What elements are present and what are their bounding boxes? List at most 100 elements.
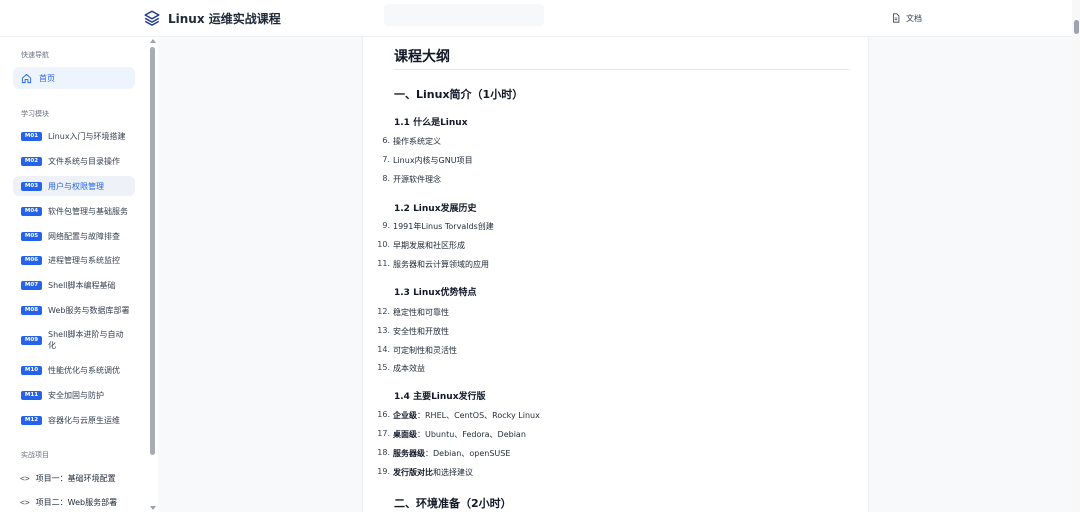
sidebar-item-label: Shell脚本进阶与自动化 <box>48 330 124 350</box>
list-text: 操作系统定义 <box>393 137 441 146</box>
divider <box>394 69 849 70</box>
code-icon: <> <box>20 473 30 483</box>
list-text: ：Ubuntu、Fedora、Debian <box>417 430 526 439</box>
sidebar-item-m09[interactable]: M09 Shell脚本进阶与自动化 <box>13 325 135 355</box>
list-number: 9. <box>382 221 390 230</box>
sidebar-item-m05[interactable]: M05 网络配置与故障排查 <box>13 226 135 246</box>
section-heading: 一、Linux简介（1小时） <box>394 88 524 101</box>
window-scrollbar[interactable] <box>1072 0 1080 512</box>
list-text: 可定制性和灵活性 <box>393 346 457 355</box>
list-item: 10. 早期发展和社区形成 <box>363 240 465 251</box>
list-text: 早期发展和社区形成 <box>393 241 465 250</box>
list-text-bold: 桌面级 <box>393 430 417 439</box>
sidebar-item-label: Linux入门与环境搭建 <box>48 131 126 141</box>
module-badge: M12 <box>21 415 42 425</box>
module-badge: M05 <box>21 231 42 241</box>
sidebar-item-label: 进程管理与系统监控 <box>48 255 120 265</box>
sidebar-item-project-2[interactable]: <> 项目二：Web服务部署 <box>13 492 135 512</box>
subsection-heading: 1.2 Linux发展历史 <box>394 204 477 214</box>
sidebar-item-label: Shell脚本编程基础 <box>48 280 116 290</box>
list-text: 1991年Linus Torvalds创建 <box>393 222 494 231</box>
sidebar-item-label: 文件系统与目录操作 <box>48 156 120 166</box>
module-badge: M09 <box>21 335 42 345</box>
module-badge: M03 <box>21 181 42 191</box>
sidebar-item-m12[interactable]: M12 容器化与云原生运维 <box>13 410 135 430</box>
search-box[interactable] <box>384 4 544 26</box>
scrollbar-thumb[interactable] <box>1074 20 1079 34</box>
app-title: Linux 运维实战课程 <box>168 11 281 26</box>
list-number: 8. <box>382 174 390 183</box>
sidebar-item-m06[interactable]: M06 进程管理与系统监控 <box>13 250 135 270</box>
sidebar-item-label: 软件包管理与基础服务 <box>48 206 128 216</box>
sidebar-item-m04[interactable]: M04 软件包管理与基础服务 <box>13 201 135 221</box>
home-icon <box>21 73 32 83</box>
list-number: 7. <box>382 155 390 164</box>
sidebar-item-project-1[interactable]: <> 项目一：基础环境配置 <box>13 468 135 488</box>
quick-nav-title: 快速导航 <box>21 51 49 59</box>
list-text: ：Debian、openSUSE <box>425 449 511 458</box>
list-item: 12. 稳定性和可靠性 <box>363 307 449 318</box>
module-badge: M07 <box>21 280 42 290</box>
sidebar-item-label: 项目二：Web服务部署 <box>35 497 118 507</box>
sidebar-item-m11[interactable]: M11 安全加固与防护 <box>13 385 135 405</box>
list-item: 13. 安全性和开放性 <box>363 326 449 337</box>
docs-link[interactable]: 文档 <box>891 11 922 25</box>
list-item: 6. 操作系统定义 <box>363 136 441 147</box>
list-text: 和选择建议 <box>433 468 473 477</box>
scroll-down-arrow-icon[interactable] <box>150 506 156 510</box>
subsection-heading: 1.3 Linux优势特点 <box>394 288 477 298</box>
docs-label: 文档 <box>906 13 922 23</box>
page-title: 课程大纲 <box>394 49 450 65</box>
modules-title: 学习模块 <box>21 110 49 118</box>
list-item: 16. 企业级 ：RHEL、CentOS、Rocky Linux <box>363 410 540 421</box>
list-item: 14. 可定制性和灵活性 <box>363 345 457 356</box>
sidebar-item-label: Web服务与数据库部署 <box>48 305 130 315</box>
sidebar-item-m07[interactable]: M07 Shell脚本编程基础 <box>13 275 135 295</box>
module-badge: M04 <box>21 206 42 216</box>
sidebar-item-m01[interactable]: M01 Linux入门与环境搭建 <box>13 126 135 146</box>
sidebar-item-label: 项目一：基础环境配置 <box>35 473 116 483</box>
sidebar-scrollbar[interactable] <box>148 37 157 512</box>
list-item: 17. 桌面级 ：Ubuntu、Fedora、Debian <box>363 429 526 440</box>
list-text-bold: 服务器级 <box>393 449 425 458</box>
top-header: Linux 运维实战课程 文档 <box>0 0 1080 37</box>
module-badge: M02 <box>21 156 42 166</box>
list-item: 15. 成本效益 <box>363 363 425 374</box>
module-badge: M01 <box>21 131 42 141</box>
list-text: Linux内核与GNU项目 <box>393 156 473 165</box>
list-text-bold: 发行版对比 <box>393 468 433 477</box>
section-heading: 二、环境准备（2小时） <box>394 497 512 510</box>
sidebar-item-home[interactable]: 首页 <box>13 67 135 89</box>
subsection-heading: 1.4 主要Linux发行版 <box>394 392 486 402</box>
scrollbar-thumb[interactable] <box>150 47 155 455</box>
list-item: 7. Linux内核与GNU项目 <box>363 155 473 166</box>
list-text-bold: 企业级 <box>393 411 417 420</box>
sidebar: 快速导航 首页 学习模块 M01 Linux入门与环境搭建 M02 文件系统与目… <box>0 37 158 512</box>
list-text: ：RHEL、CentOS、Rocky Linux <box>417 411 540 420</box>
list-number: 12. <box>377 307 390 316</box>
projects-title: 实战项目 <box>21 451 49 459</box>
sidebar-item-label: 安全加固与防护 <box>48 390 104 400</box>
sidebar-item-label: 用户与权限管理 <box>48 181 104 191</box>
sidebar-item-label: 首页 <box>39 73 55 83</box>
sidebar-item-m08[interactable]: M08 Web服务与数据库部署 <box>13 300 135 320</box>
brand[interactable]: Linux 运维实战课程 <box>143 8 281 28</box>
sidebar-item-label: 容器化与云原生运维 <box>48 415 120 425</box>
sidebar-item-m10[interactable]: M10 性能优化与系统调优 <box>13 360 135 380</box>
document-icon <box>893 13 900 23</box>
sidebar-item-label: 性能优化与系统调优 <box>48 365 120 375</box>
layers-logo-icon <box>144 10 160 26</box>
module-badge: M08 <box>21 305 42 315</box>
list-text: 安全性和开放性 <box>393 327 449 336</box>
list-number: 19. <box>377 467 390 476</box>
list-number: 16. <box>377 410 390 419</box>
content-panel: 课程大纲 一、Linux简介（1小时） 1.1 什么是Linux 6. 操作系统定… <box>362 37 869 512</box>
sidebar-item-m02[interactable]: M02 文件系统与目录操作 <box>13 151 135 171</box>
list-number: 17. <box>377 429 390 438</box>
scroll-up-arrow-icon[interactable] <box>150 39 156 43</box>
list-number: 15. <box>377 363 390 372</box>
module-badge: M11 <box>21 390 42 400</box>
list-number: 13. <box>377 326 390 335</box>
list-text: 开源软件理念 <box>393 175 441 184</box>
sidebar-item-m03[interactable]: M03 用户与权限管理 <box>13 176 135 196</box>
